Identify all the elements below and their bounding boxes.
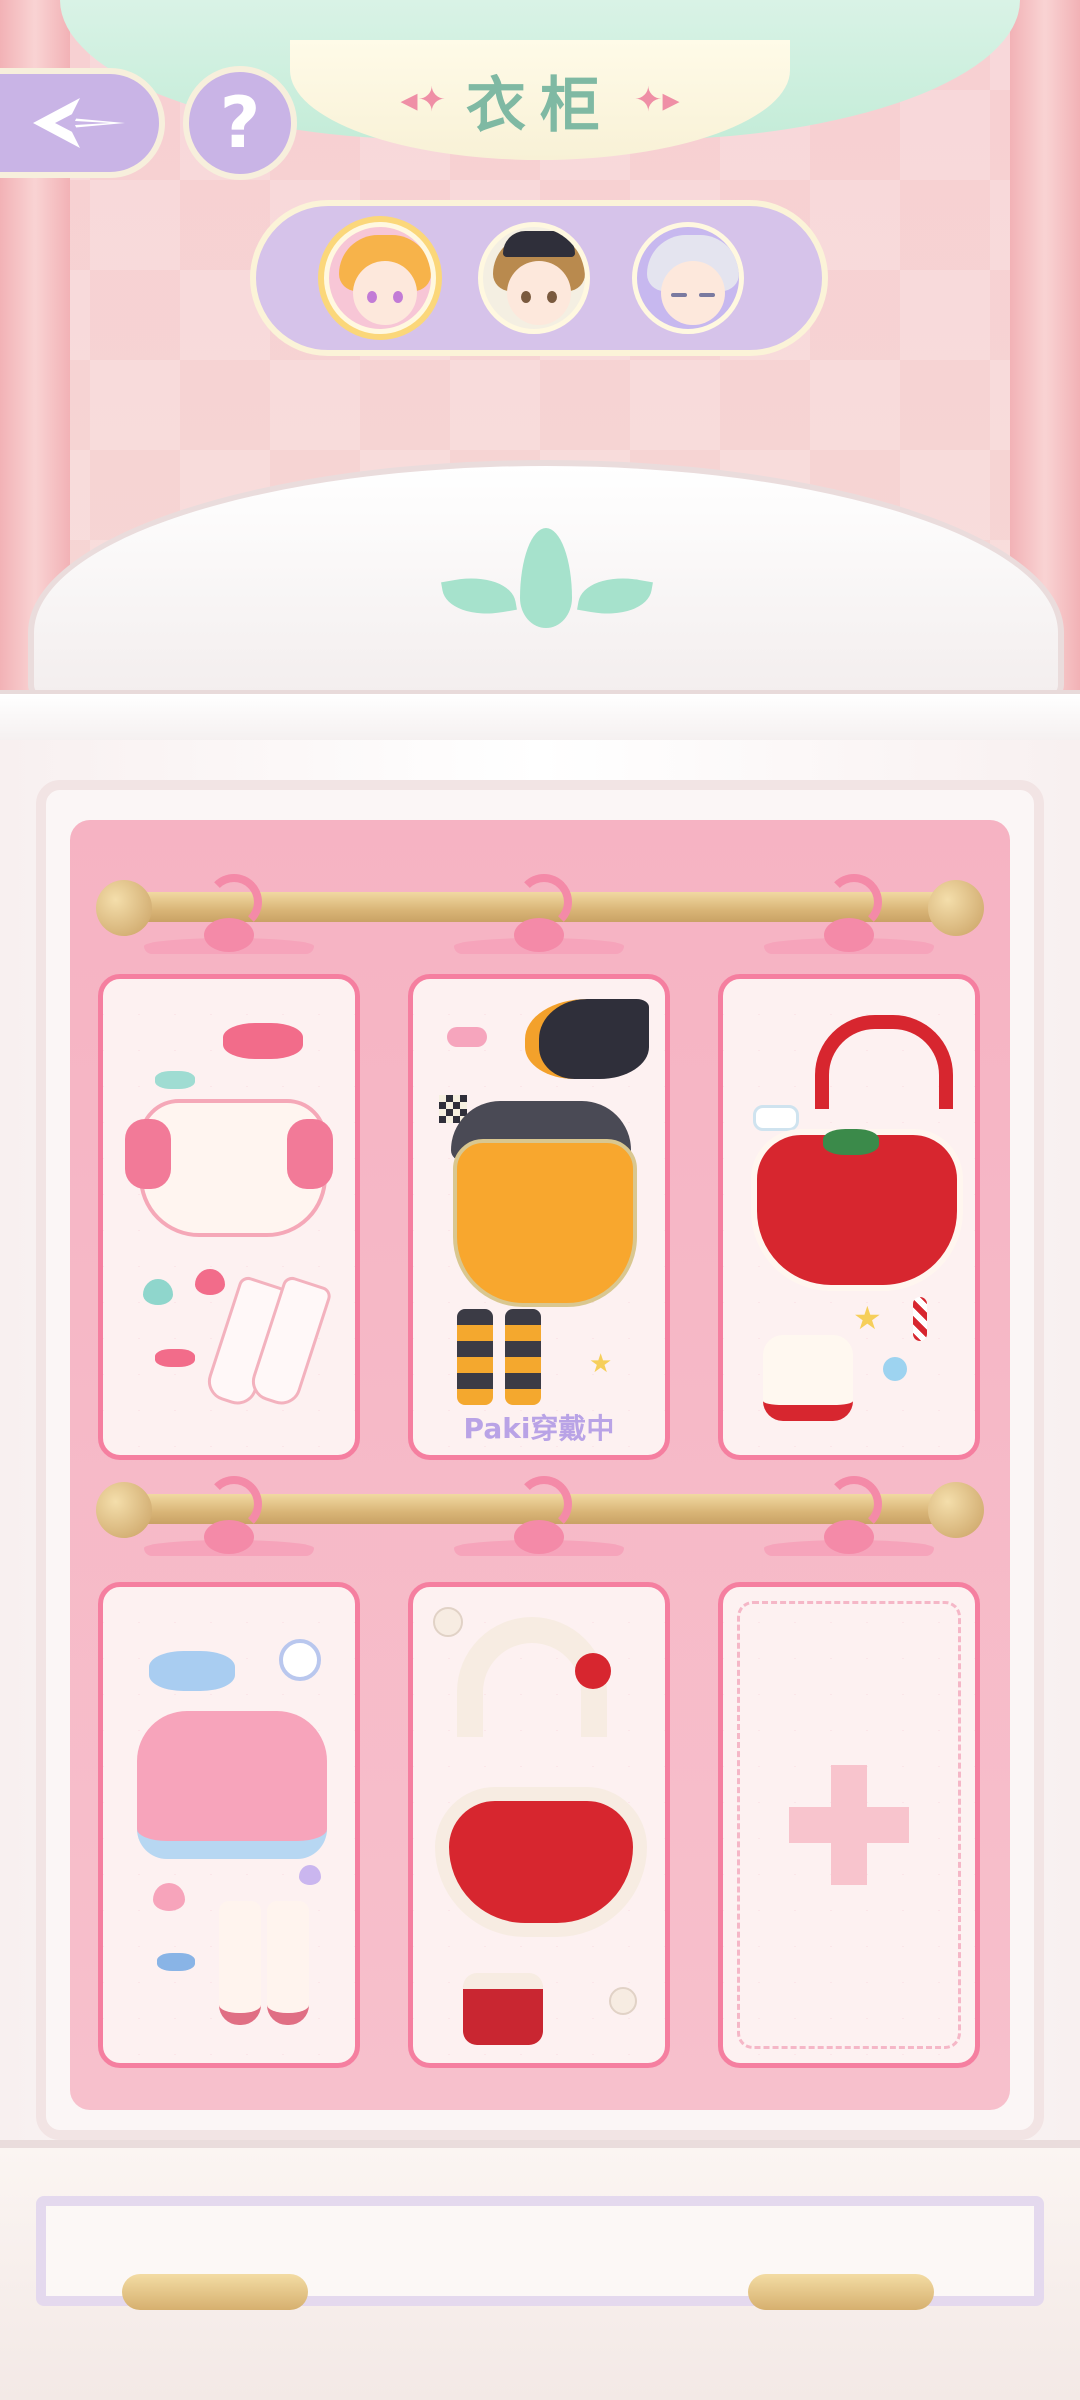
candy-icon (447, 1027, 487, 1047)
leaf-right-icon (577, 570, 653, 622)
outfit-card-2[interactable]: ★ Paki穿戴中 (408, 974, 670, 1460)
leaf-center-icon (520, 528, 572, 628)
shoes-icon (763, 1335, 853, 1421)
hanger-icon (764, 1476, 934, 1566)
dress-sleeve-left-icon (125, 1119, 171, 1189)
star-icon: ★ (853, 1299, 882, 1337)
outfit-card-3[interactable]: ★ (718, 974, 980, 1460)
character-selector (250, 200, 828, 356)
small-bow-icon (155, 1349, 195, 1367)
pompom-icon (433, 1607, 463, 1637)
candy-cane-icon (913, 1297, 927, 1341)
striped-stocking-right-icon (505, 1309, 541, 1405)
drawer-handle-left-icon (122, 2274, 308, 2310)
outfit-card-4[interactable] (98, 1582, 360, 2068)
stocking-right-icon (267, 1901, 309, 2025)
witch-hat-icon (525, 999, 649, 1079)
wearing-status: Paki穿戴中 (463, 1412, 615, 1445)
heart-icon (299, 1865, 321, 1885)
hanger-icon (454, 1476, 624, 1566)
rod-end-icon (928, 880, 984, 936)
drawer-handle-right-icon (748, 2274, 934, 2310)
sweater-icon (137, 1711, 327, 1859)
red-flower-icon (575, 1653, 611, 1689)
outfit-card-5[interactable] (408, 1582, 670, 2068)
avatar-silver-hair-girl[interactable] (632, 222, 744, 334)
heart-icon (143, 1279, 173, 1305)
stocking-left-icon (219, 1901, 261, 2025)
striped-stocking-left-icon (457, 1309, 493, 1405)
blue-bow-icon (149, 1651, 235, 1691)
rod-end-icon (928, 1482, 984, 1538)
title-right-ornament-icon: ✦▸ (634, 80, 680, 120)
ribbon-icon (753, 1105, 799, 1131)
leaf-left-icon (441, 570, 517, 622)
page-title: 衣柜 (466, 70, 614, 141)
hairclip-icon (279, 1639, 321, 1681)
witch-dress-icon (453, 1139, 637, 1307)
hanger-icon (144, 874, 314, 964)
outfit-card-1[interactable] (98, 974, 360, 1460)
heart-icon (195, 1269, 225, 1295)
lollipop-icon (883, 1357, 907, 1381)
avatar-brown-hair-girl[interactable] (478, 222, 590, 334)
title-left-ornament-icon: ◂✦ (400, 80, 446, 120)
pink-bow-icon (223, 1023, 303, 1059)
hanger-icon (144, 1476, 314, 1566)
back-button[interactable] (0, 68, 165, 178)
pompom-icon (609, 1987, 637, 2015)
outfit-card-empty[interactable] (718, 1582, 980, 2068)
help-button[interactable]: ? (183, 66, 297, 180)
mint-bow-icon (155, 1071, 195, 1089)
small-bow-icon (157, 1953, 195, 1971)
add-plus-icon (789, 1807, 909, 1843)
green-bow-icon (823, 1129, 879, 1155)
hanger-icon (764, 874, 934, 964)
christmas-headband-icon (815, 1015, 953, 1109)
hanger-icon (454, 874, 624, 964)
star-icon: ★ (589, 1349, 613, 1379)
heart-icon (153, 1883, 185, 1911)
back-arrow-icon (32, 98, 125, 148)
lucky-dress-icon (435, 1787, 647, 1937)
boots-icon (463, 1973, 543, 2045)
dress-sleeve-right-icon (287, 1119, 333, 1189)
avatar-blonde-girl[interactable] (324, 222, 436, 334)
